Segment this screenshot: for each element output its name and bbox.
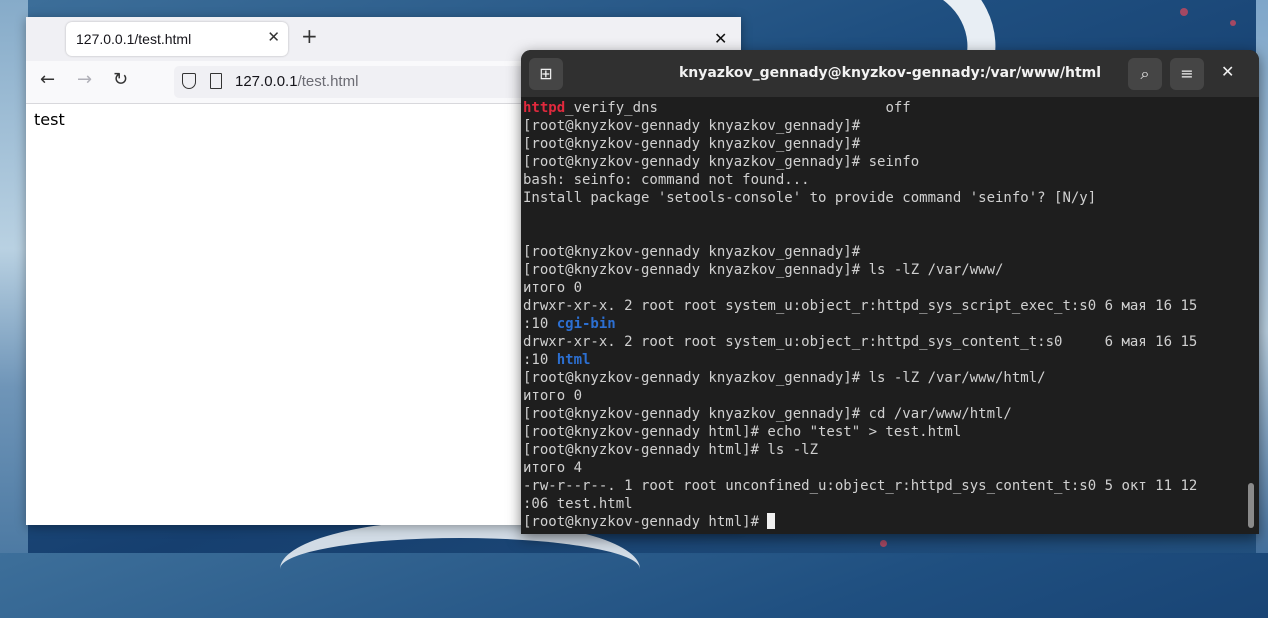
terminal-text: [root@knyzkov-gennady knyazkov_gennady]#… xyxy=(523,154,920,170)
terminal-line: :06 test.html xyxy=(523,495,1245,513)
window-close-icon[interactable]: ✕ xyxy=(714,29,727,48)
terminal-text: [root@knyzkov-gennady knyazkov_gennady]# xyxy=(523,136,861,152)
terminal-text: Install package 'setools-console' to pro… xyxy=(523,190,1097,206)
terminal-text: :06 test.html xyxy=(523,496,633,512)
terminal-text: [root@knyzkov-gennady html]# xyxy=(523,514,768,530)
terminal-line: bash: seinfo: command not found... xyxy=(523,171,1245,189)
terminal-text: итого 0 xyxy=(523,388,583,404)
terminal-text: :10 xyxy=(523,352,557,368)
terminal-text: -rw-r--r--. 1 root root unconfined_u:obj… xyxy=(523,478,1198,494)
terminal-text: [root@knyzkov-gennady knyazkov_gennady]#… xyxy=(523,406,1012,422)
wallpaper-spot xyxy=(1180,8,1188,16)
wallpaper-swoosh-bottom xyxy=(280,520,640,618)
terminal-line: [root@knyzkov-gennady knyazkov_gennady]# xyxy=(523,117,1245,135)
terminal-line: [root@knyzkov-gennady knyazkov_gennady]#… xyxy=(523,369,1245,387)
terminal-line: [root@knyzkov-gennady knyazkov_gennady]# xyxy=(523,243,1245,261)
terminal-line: Install package 'setools-console' to pro… xyxy=(523,189,1245,207)
terminal-text: html xyxy=(556,352,591,368)
terminal-header: ⊞ knyazkov_gennady@knyzkov-gennady:/var/… xyxy=(521,50,1259,97)
terminal-line: [root@knyzkov-gennady knyazkov_gennady]# xyxy=(523,135,1245,153)
terminal-text: :10 xyxy=(523,316,557,332)
terminal-text: [root@knyzkov-gennady knyazkov_gennady]#… xyxy=(523,370,1046,386)
terminal-text: _verify_dns off xyxy=(565,100,911,116)
terminal-line: :10 html xyxy=(523,351,1245,369)
terminal-line: итого 0 xyxy=(523,279,1245,297)
terminal-text: [root@knyzkov-gennady html]# ls -lZ xyxy=(523,442,819,458)
url-text: 127.0.0.1/test.html xyxy=(235,73,358,90)
terminal-line: [root@knyzkov-gennady html]# ls -lZ xyxy=(523,441,1245,459)
browser-tab[interactable]: 127.0.0.1/test.html ✕ xyxy=(66,22,288,56)
terminal-line: drwxr-xr-x. 2 root root system_u:object_… xyxy=(523,297,1245,315)
tab-title: 127.0.0.1/test.html xyxy=(76,31,192,47)
terminal-text: итого 4 xyxy=(523,460,583,476)
terminal-line: -rw-r--r--. 1 root root unconfined_u:obj… xyxy=(523,477,1245,495)
terminal-line: drwxr-xr-x. 2 root root system_u:object_… xyxy=(523,333,1245,351)
terminal-text: cgi-bin xyxy=(556,316,616,332)
close-icon[interactable]: ✕ xyxy=(1221,62,1234,81)
page-content: test xyxy=(34,110,65,130)
terminal-line: [root@knyzkov-gennady html]# echo "test"… xyxy=(523,423,1245,441)
page-icon[interactable] xyxy=(210,73,222,89)
terminal-text: httpd xyxy=(523,100,566,116)
terminal-line: [root@knyzkov-gennady knyazkov_gennady]#… xyxy=(523,153,1245,171)
hamburger-icon[interactable]: ≡ xyxy=(1170,58,1204,90)
url-host: 127.0.0.1 xyxy=(235,73,298,90)
terminal-output[interactable]: httpd_verify_dns off [root@knyzkov-gennad… xyxy=(523,99,1245,531)
terminal-line: [root@knyzkov-gennady knyazkov_gennady]#… xyxy=(523,405,1245,423)
terminal-text: итого 0 xyxy=(523,280,583,296)
url-path: /test.html xyxy=(297,73,359,90)
cursor xyxy=(767,513,776,529)
scrollbar[interactable] xyxy=(1248,483,1254,528)
terminal-text: [root@knyzkov-gennady knyazkov_gennady]#… xyxy=(523,262,1004,278)
terminal-line: итого 0 xyxy=(523,387,1245,405)
terminal-text: drwxr-xr-x. 2 root root system_u:object_… xyxy=(523,334,1198,350)
terminal-text: [root@knyzkov-gennady knyazkov_gennady]# xyxy=(523,244,861,260)
arrow-right-icon[interactable]: → xyxy=(77,71,92,89)
tab-close-icon[interactable]: ✕ xyxy=(267,28,280,46)
terminal-line: итого 4 xyxy=(523,459,1245,477)
page-text: test xyxy=(34,110,65,129)
arrow-left-icon[interactable]: ← xyxy=(40,71,55,89)
terminal-line: [root@knyzkov-gennady knyazkov_gennady]#… xyxy=(523,261,1245,279)
terminal-line: :10 cgi-bin xyxy=(523,315,1245,333)
terminal-text: [root@knyzkov-gennady html]# echo "test"… xyxy=(523,424,962,440)
terminal-text: drwxr-xr-x. 2 root root system_u:object_… xyxy=(523,298,1198,314)
terminal-text: bash: seinfo: command not found... xyxy=(523,172,810,188)
terminal-line: httpd_verify_dns off xyxy=(523,99,1245,117)
search-icon[interactable]: ⌕ xyxy=(1128,58,1162,90)
wallpaper-spot xyxy=(1230,20,1236,26)
terminal-text: [root@knyzkov-gennady knyazkov_gennady]# xyxy=(523,118,861,134)
terminal-window: ⊞ knyazkov_gennady@knyzkov-gennady:/var/… xyxy=(521,50,1259,534)
shield-icon[interactable] xyxy=(182,73,196,89)
plus-icon[interactable]: + xyxy=(301,26,318,46)
reload-icon[interactable]: ↻ xyxy=(113,71,128,89)
wallpaper-left xyxy=(0,0,28,553)
wallpaper-spot xyxy=(880,540,887,547)
terminal-line: [root@knyzkov-gennady html]# xyxy=(523,513,1245,531)
